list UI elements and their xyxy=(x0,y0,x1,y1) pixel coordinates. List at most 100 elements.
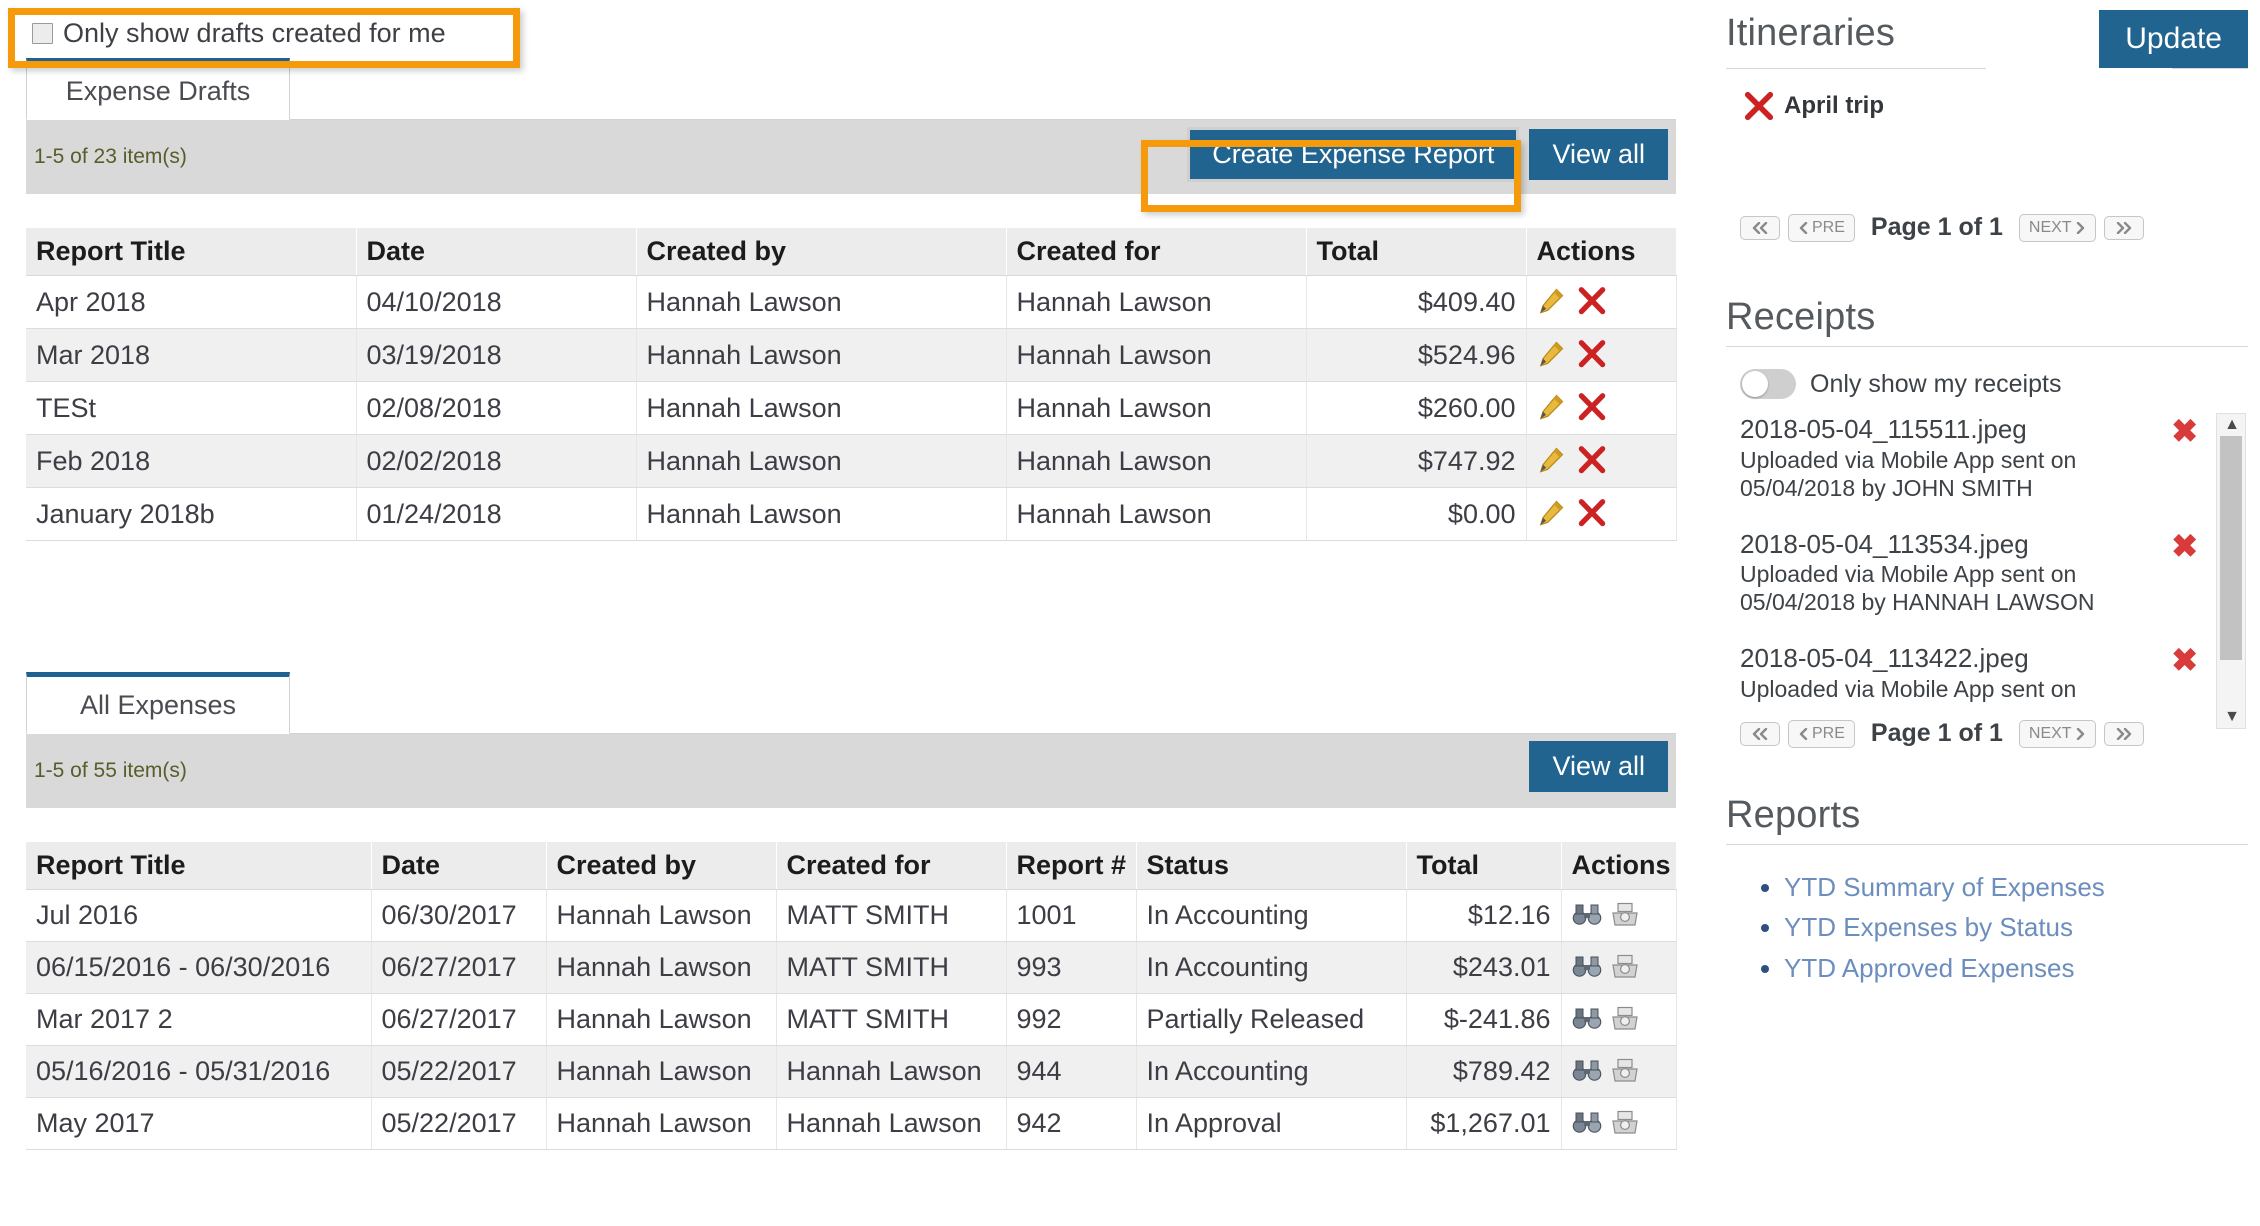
view-icon[interactable] xyxy=(1572,1110,1602,1136)
table-row[interactable]: TESt 02/08/2018 Hannah Lawson Hannah Lawson… xyxy=(26,381,1677,435)
edit-icon[interactable] xyxy=(1537,498,1567,528)
pager-last-button[interactable] xyxy=(2103,215,2144,240)
cell-actions[interactable] xyxy=(1526,328,1677,382)
col-total[interactable]: Total xyxy=(1306,228,1527,276)
itineraries-title: Itineraries xyxy=(1726,12,1896,54)
itinerary-name: April trip xyxy=(1784,92,1884,119)
report-link[interactable]: YTD Approved Expenses xyxy=(1784,953,2075,983)
cell-created-by: Hannah Lawson xyxy=(546,993,777,1046)
report-link[interactable]: YTD Expenses by Status xyxy=(1784,912,2073,942)
col-status[interactable]: Status xyxy=(1136,842,1407,890)
only-my-receipts-toggle[interactable]: Only show my receipts xyxy=(1712,347,2260,399)
edit-icon[interactable] xyxy=(1537,286,1567,316)
receipt-delete-icon[interactable]: ✖ xyxy=(2171,530,2198,562)
reports-divider xyxy=(1726,844,2248,845)
delete-icon[interactable] xyxy=(1577,498,1607,528)
cell-actions[interactable] xyxy=(1526,275,1677,329)
view-icon[interactable] xyxy=(1572,954,1602,980)
view-icon[interactable] xyxy=(1572,1006,1602,1032)
cell-actions[interactable] xyxy=(1526,487,1677,541)
delete-icon[interactable] xyxy=(1577,286,1607,316)
cell-actions[interactable] xyxy=(1526,434,1677,488)
drafts-view-all-button[interactable]: View all xyxy=(1529,129,1668,180)
edit-icon[interactable] xyxy=(1537,392,1567,422)
cell-actions[interactable] xyxy=(1561,1045,1677,1098)
only-drafts-filter[interactable]: Only show drafts created for me xyxy=(26,18,452,53)
table-row[interactable]: May 2017 05/22/2017 Hannah Lawson Hannah La… xyxy=(26,1097,1677,1150)
receipt-filename[interactable]: 2018-05-04_115511.jpeg xyxy=(1740,413,2150,446)
table-row[interactable]: 06/15/2016 - 06/30/2016 06/27/2017 Hannah … xyxy=(26,941,1677,994)
table-row[interactable]: Feb 2018 02/02/2018 Hannah Lawson Hannah La… xyxy=(26,434,1677,488)
tab-all-expenses[interactable]: All Expenses xyxy=(26,672,290,734)
delete-icon[interactable] xyxy=(1577,392,1607,422)
table-row[interactable]: 05/16/2016 - 05/31/2016 05/22/2017 Hannah … xyxy=(26,1045,1677,1098)
delete-icon[interactable] xyxy=(1577,339,1607,369)
expenses-tabstrip: All Expenses xyxy=(26,672,1676,734)
toggle-knob xyxy=(1742,371,1768,397)
view-icon[interactable] xyxy=(1572,902,1602,928)
print-icon[interactable] xyxy=(1610,1058,1640,1084)
edit-icon[interactable] xyxy=(1537,445,1567,475)
print-icon[interactable] xyxy=(1610,902,1640,928)
table-row[interactable]: Mar 2017 2 06/27/2017 Hannah Lawson MATT SM… xyxy=(26,993,1677,1046)
table-row[interactable]: Apr 2018 04/10/2018 Hannah Lawson Hannah La… xyxy=(26,275,1677,329)
col-date[interactable]: Date xyxy=(356,228,637,276)
scroll-down-arrow-icon[interactable]: ▼ xyxy=(2217,706,2247,728)
pager-first-button[interactable] xyxy=(1740,215,1780,240)
col-report-number[interactable]: Report # xyxy=(1006,842,1137,890)
cell-actions[interactable] xyxy=(1561,993,1677,1046)
receipt-delete-icon[interactable]: ✖ xyxy=(2171,644,2198,676)
receipt-filename[interactable]: 2018-05-04_113422.jpeg xyxy=(1740,642,2150,675)
cell-report-title: Jul 2016 xyxy=(26,889,372,942)
itineraries-update-button[interactable]: Update xyxy=(2099,10,2248,68)
cell-actions[interactable] xyxy=(1561,1097,1677,1150)
col-created-by[interactable]: Created by xyxy=(546,842,777,890)
pager-next-button[interactable]: NEXT xyxy=(2018,213,2096,242)
expenses-view-all-button[interactable]: View all xyxy=(1529,741,1668,792)
receipt-delete-icon[interactable]: ✖ xyxy=(2171,415,2198,447)
print-icon[interactable] xyxy=(1610,1006,1640,1032)
col-total[interactable]: Total xyxy=(1406,842,1562,890)
delete-icon[interactable] xyxy=(1577,445,1607,475)
cell-report-number[interactable]: 1001 xyxy=(1006,889,1137,942)
receipt-item[interactable]: 2018-05-04_115511.jpeg Uploaded via Mobil… xyxy=(1740,413,2260,502)
cell-actions[interactable] xyxy=(1561,889,1677,942)
print-icon[interactable] xyxy=(1610,1110,1640,1136)
itinerary-list-item[interactable]: April trip xyxy=(1712,69,2260,121)
edit-icon[interactable] xyxy=(1537,339,1567,369)
table-row[interactable]: January 2018b 01/24/2018 Hannah Lawson Hann… xyxy=(26,487,1677,541)
col-report-title[interactable]: Report Title xyxy=(26,842,372,890)
col-created-by[interactable]: Created by xyxy=(636,228,1007,276)
scrollbar-thumb[interactable] xyxy=(2220,436,2242,660)
only-drafts-checkbox[interactable] xyxy=(32,23,53,44)
tab-expense-drafts-label: Expense Drafts xyxy=(65,75,251,106)
cell-report-number[interactable]: 942 xyxy=(1006,1097,1137,1150)
col-created-for[interactable]: Created for xyxy=(776,842,1007,890)
receipt-item[interactable]: 2018-05-04_113534.jpeg Uploaded via Mobil… xyxy=(1740,528,2260,617)
receipts-scrollbar[interactable]: ▲ ▼ xyxy=(2216,413,2246,729)
col-date[interactable]: Date xyxy=(371,842,547,890)
cell-report-number[interactable]: 992 xyxy=(1006,993,1137,1046)
cell-report-number[interactable]: 993 xyxy=(1006,941,1137,994)
col-created-for[interactable]: Created for xyxy=(1006,228,1307,276)
table-row[interactable]: Mar 2018 03/19/2018 Hannah Lawson Hannah La… xyxy=(26,328,1677,382)
scroll-up-arrow-icon[interactable]: ▲ xyxy=(2217,414,2247,436)
cell-status: In Accounting xyxy=(1136,1045,1407,1098)
print-icon[interactable] xyxy=(1610,954,1640,980)
toggle-switch[interactable] xyxy=(1740,369,1796,399)
report-link[interactable]: YTD Summary of Expenses xyxy=(1784,872,2105,902)
receipt-filename[interactable]: 2018-05-04_113534.jpeg xyxy=(1740,528,2150,561)
tab-expense-drafts[interactable]: Expense Drafts xyxy=(26,58,290,120)
delete-icon[interactable] xyxy=(1744,91,1774,121)
view-icon[interactable] xyxy=(1572,1058,1602,1084)
cell-actions[interactable] xyxy=(1561,941,1677,994)
cell-report-number[interactable]: 944 xyxy=(1006,1045,1137,1098)
table-row[interactable]: Jul 2016 06/30/2017 Hannah Lawson MATT SMIT… xyxy=(26,889,1677,942)
receipt-item[interactable]: 2018-05-04_113422.jpeg Uploaded via Mobil… xyxy=(1740,642,2260,703)
double-chevron-right-icon xyxy=(2116,727,2131,740)
create-expense-report-button[interactable]: Create Expense Report xyxy=(1187,127,1520,182)
pager-prev-button[interactable]: PRE xyxy=(1788,213,1855,242)
itineraries-header: Itineraries Update xyxy=(1712,0,2260,68)
cell-actions[interactable] xyxy=(1526,381,1677,435)
col-report-title[interactable]: Report Title xyxy=(26,228,357,276)
